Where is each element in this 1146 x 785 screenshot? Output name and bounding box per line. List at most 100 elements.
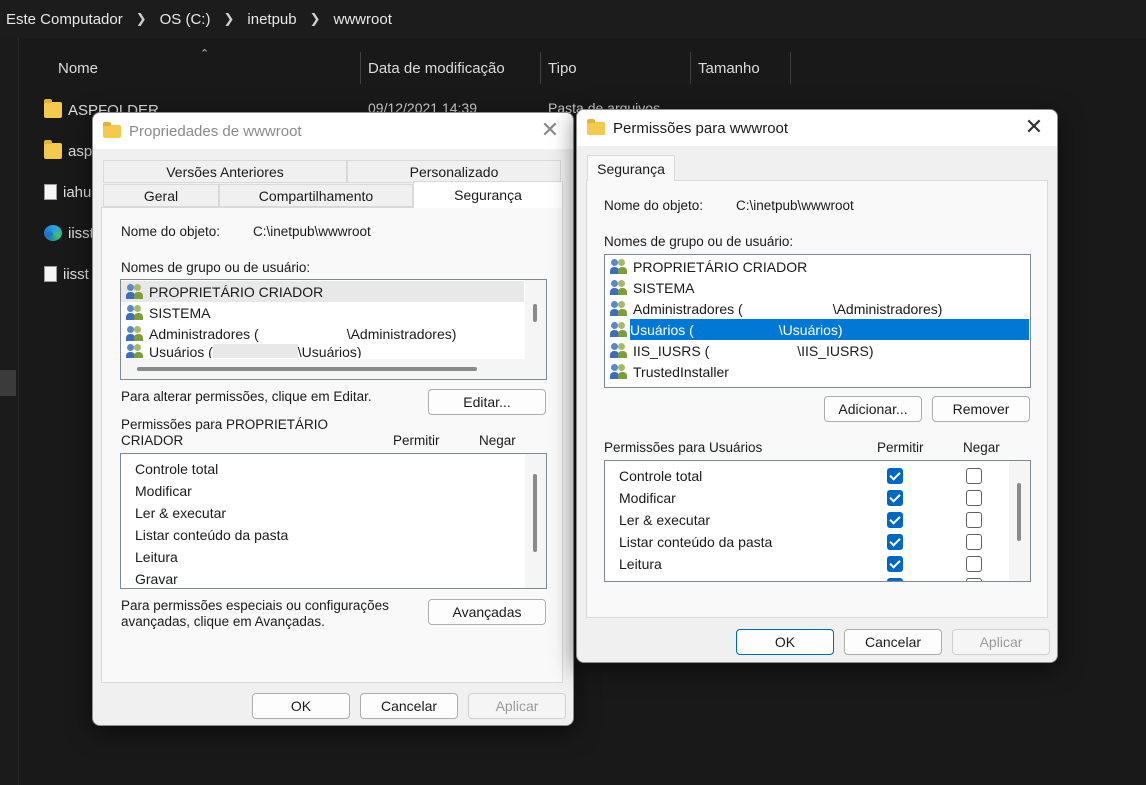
permission-row: Gravar — [135, 570, 178, 587]
nav-selected-item[interactable] — [0, 370, 16, 396]
permissions-titlebar[interactable]: Permissões para wwwroot ✕ — [577, 110, 1057, 146]
close-icon[interactable]: ✕ — [1023, 114, 1045, 139]
cancel-button[interactable]: Cancelar — [844, 629, 942, 655]
list-item[interactable]: Administradores (\Administradores) — [121, 323, 456, 344]
permissions-list[interactable]: Controle total Modificar Ler & executar … — [604, 460, 1031, 582]
users-icon — [610, 300, 628, 317]
deny-checkbox[interactable] — [966, 512, 982, 528]
permission-row: Listar conteúdo da pasta — [619, 533, 773, 550]
group-suffix: \Usuários) — [297, 344, 362, 358]
properties-dialog: Propriedades de wwwroot ✕ Versões Anteri… — [92, 112, 574, 726]
tab-versoes-anteriores[interactable]: Versões Anteriores — [103, 160, 347, 183]
allow-checkbox[interactable] — [887, 534, 903, 550]
list-item[interactable]: Administradores (\Administradores) — [605, 298, 942, 319]
breadcrumb-item-pc[interactable]: Este Computador — [6, 11, 123, 28]
users-icon — [126, 344, 144, 358]
permissions-list[interactable]: Controle total Modificar Ler & executar … — [120, 453, 547, 589]
ok-button[interactable]: OK — [252, 693, 350, 719]
group-suffix: \Usuários) — [778, 321, 843, 338]
chevron-right-icon[interactable]: ❯ — [136, 11, 147, 27]
file-row[interactable]: iisst — [44, 222, 94, 244]
file-row[interactable]: iisst — [44, 263, 89, 285]
group-name: PROPRIETÁRIO CRIADOR — [149, 283, 324, 300]
list-item[interactable]: Usuários (\Usuários) — [121, 344, 362, 358]
column-header-date[interactable]: Data de modificação — [368, 52, 505, 84]
chevron-right-icon[interactable]: ❯ — [310, 11, 321, 27]
selected-item-icon-cell[interactable] — [605, 319, 630, 340]
vertical-scrollbar-thumb[interactable] — [533, 474, 537, 552]
file-name: iisst — [68, 224, 94, 242]
tab-geral[interactable]: Geral — [103, 184, 219, 207]
tab-seguranca[interactable]: Segurança — [587, 155, 675, 181]
list-item[interactable]: IIS_IUSRS (\IIS_IUSRS) — [605, 340, 874, 361]
permission-row: Leitura — [135, 548, 178, 565]
vertical-scrollbar-thumb[interactable] — [1017, 483, 1021, 541]
advanced-hint: Para permissões especiais ou configuraçõ… — [121, 598, 389, 629]
column-header-size[interactable]: Tamanho — [698, 52, 760, 84]
deny-checkbox[interactable] — [966, 468, 982, 484]
column-divider[interactable] — [540, 52, 541, 84]
list-item[interactable]: PROPRIETÁRIO CRIADOR — [605, 256, 807, 277]
column-divider[interactable] — [690, 52, 691, 84]
file-name: iahu — [63, 183, 92, 201]
breadcrumb-item-drive[interactable]: OS (C:) — [160, 11, 211, 28]
apply-button[interactable]: Aplicar — [952, 629, 1050, 655]
tab-compartilhamento[interactable]: Compartilhamento — [219, 184, 413, 207]
remove-button[interactable]: Remover — [932, 396, 1030, 422]
breadcrumb-item-inetpub[interactable]: inetpub — [247, 11, 296, 28]
users-icon — [126, 325, 144, 342]
redacted-region — [212, 344, 298, 358]
breadcrumb-item-wwwroot[interactable]: wwwroot — [334, 11, 392, 28]
deny-checkbox[interactable] — [966, 490, 982, 506]
list-item[interactable]: TrustedInstaller — [605, 361, 729, 382]
column-header-type[interactable]: Tipo — [548, 52, 577, 84]
list-item[interactable]: PROPRIETÁRIO CRIADOR — [121, 281, 524, 302]
object-name-label: Nome do objeto: — [604, 198, 704, 213]
tab-seguranca[interactable]: Segurança — [413, 181, 563, 208]
column-header-name[interactable]: Nome — [58, 52, 98, 84]
redacted-region — [258, 326, 347, 341]
properties-titlebar[interactable]: Propriedades de wwwroot ✕ — [93, 113, 573, 149]
allow-checkbox[interactable] — [887, 490, 903, 506]
group-suffix: \IIS_IUSRS) — [797, 342, 874, 359]
chevron-right-icon[interactable]: ❯ — [223, 11, 234, 27]
deny-checkbox[interactable] — [966, 556, 982, 572]
ok-button[interactable]: OK — [736, 629, 834, 655]
users-icon — [610, 342, 628, 359]
permission-row: Modificar — [135, 482, 192, 499]
group-name: PROPRIETÁRIO CRIADOR — [633, 258, 808, 275]
advanced-button[interactable]: Avançadas — [428, 599, 546, 625]
deny-checkbox[interactable] — [966, 578, 982, 581]
horizontal-scrollbar-thumb[interactable] — [137, 367, 477, 371]
object-name-value: C:\inetpub\wwwroot — [253, 224, 371, 239]
column-divider[interactable] — [360, 52, 361, 84]
group-name: Usuários ( — [630, 321, 694, 338]
deny-checkbox[interactable] — [966, 534, 982, 550]
list-item[interactable]: SISTEMA — [121, 302, 210, 323]
close-icon[interactable]: ✕ — [539, 117, 561, 142]
group-name: SISTEMA — [149, 304, 211, 321]
column-divider[interactable] — [790, 52, 791, 84]
groups-list[interactable]: PROPRIETÁRIO CRIADOR SISTEMA Administrad… — [604, 254, 1031, 388]
groups-list[interactable]: PROPRIETÁRIO CRIADOR SISTEMA Administrad… — [120, 279, 547, 380]
edit-button[interactable]: Editar... — [428, 389, 546, 415]
tab-personalizado[interactable]: Personalizado — [347, 160, 561, 183]
vertical-scrollbar-thumb[interactable] — [533, 304, 537, 322]
list-item-selected[interactable]: Usuários ( \Usuários) — [630, 319, 1029, 340]
groups-label: Nomes de grupo ou de usuário: — [121, 260, 311, 275]
file-row[interactable]: asp — [44, 140, 92, 162]
allow-checkbox[interactable] — [887, 556, 903, 572]
cancel-button[interactable]: Cancelar — [360, 693, 458, 719]
add-button[interactable]: Adicionar... — [824, 396, 922, 422]
deny-column-header: Negar — [479, 433, 516, 448]
file-row[interactable]: iahu — [44, 181, 91, 203]
allow-checkbox[interactable] — [887, 468, 903, 484]
allow-column-header: Permitir — [393, 433, 440, 448]
list-item[interactable]: SISTEMA — [605, 277, 694, 298]
allow-checkbox[interactable] — [887, 578, 903, 581]
navigation-pane — [0, 38, 19, 785]
apply-button[interactable]: Aplicar — [468, 693, 566, 719]
allow-checkbox[interactable] — [887, 512, 903, 528]
users-icon — [610, 258, 628, 275]
group-name: SISTEMA — [633, 279, 695, 296]
